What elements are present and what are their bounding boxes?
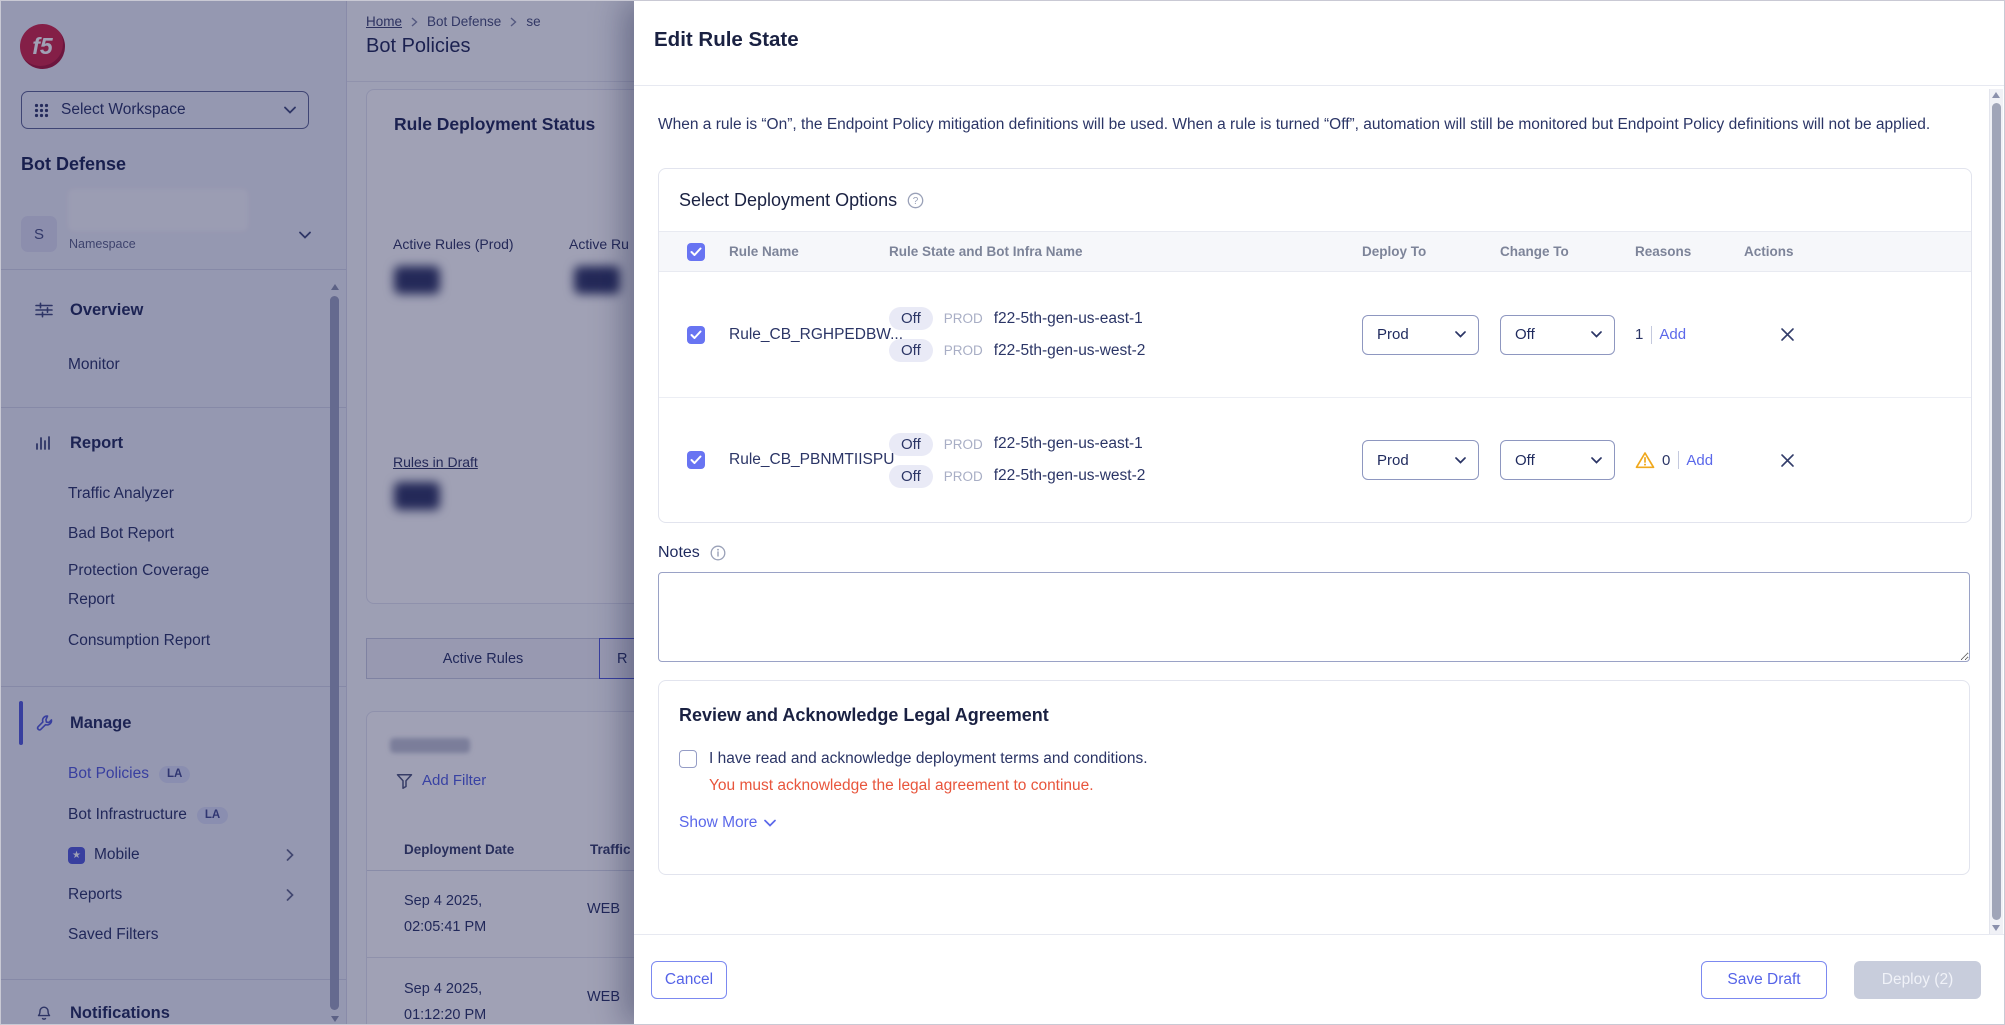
modal-scrollbar[interactable] — [1989, 89, 2003, 934]
select-value: Off — [1515, 452, 1535, 469]
legal-agreement-section: Review and Acknowledge Legal Agreement I… — [658, 680, 1970, 875]
column-deploy-to: Deploy To — [1362, 244, 1500, 259]
rule-row: Rule_CB_PBNMTIISPU Off PROD f22-5th-gen-… — [659, 397, 1971, 522]
select-value: Prod — [1377, 452, 1409, 469]
acknowledge-checkbox[interactable] — [679, 750, 697, 768]
reasons-cell: 0 Add — [1635, 451, 1744, 469]
save-draft-button[interactable]: Save Draft — [1701, 961, 1827, 999]
section-title-row: Select Deployment Options ? — [659, 169, 1971, 231]
scrollbar-thumb[interactable] — [1992, 103, 2001, 920]
remove-row-button[interactable] — [1774, 322, 1800, 348]
chevron-down-icon — [1455, 457, 1466, 464]
select-value: Prod — [1377, 326, 1409, 343]
state-pill: Off — [889, 339, 933, 362]
infra-name: f22-5th-gen-us-west-2 — [994, 342, 1146, 360]
change-to-select[interactable]: Off — [1500, 440, 1615, 480]
row-checkbox[interactable] — [687, 451, 705, 469]
rule-name: Rule_CB_RGHPEDBW... — [729, 326, 889, 344]
column-actions: Actions — [1744, 244, 1971, 259]
divider — [1651, 326, 1652, 344]
state-pill: Off — [889, 465, 933, 488]
edit-rule-state-modal: Edit Rule State When a rule is “On”, the… — [634, 1, 2004, 1024]
deploy-button[interactable]: Deploy (2) — [1854, 961, 1981, 999]
scroll-up-arrow[interactable] — [1992, 92, 2000, 98]
state-line: Off PROD f22-5th-gen-us-east-1 — [889, 433, 1362, 456]
divider — [1678, 451, 1679, 469]
chevron-down-icon — [764, 819, 776, 827]
deploy-to-select[interactable]: Prod — [1362, 315, 1479, 355]
show-more-link[interactable]: Show More — [679, 814, 776, 832]
deploy-to-select[interactable]: Prod — [1362, 440, 1479, 480]
scroll-down-arrow[interactable] — [1992, 925, 2000, 931]
reasons-count: 1 — [1635, 326, 1643, 343]
notes-label-row: Notes — [658, 544, 1964, 562]
infra-name: f22-5th-gen-us-east-1 — [994, 310, 1143, 328]
env-label: PROD — [944, 311, 983, 326]
state-line: Off PROD f22-5th-gen-us-east-1 — [889, 307, 1362, 330]
cancel-button[interactable]: Cancel — [651, 961, 727, 999]
reasons-count: 0 — [1662, 452, 1670, 469]
acknowledge-row: I have read and acknowledge deployment t… — [679, 750, 1949, 768]
deployment-options-section: Select Deployment Options ? Rule Name Ru… — [658, 168, 1972, 523]
state-line: Off PROD f22-5th-gen-us-west-2 — [889, 339, 1362, 362]
modal-body: When a rule is “On”, the Endpoint Policy… — [634, 85, 1988, 934]
help-icon[interactable]: ? — [907, 192, 924, 209]
rule-name: Rule_CB_PBNMTIISPU — [729, 451, 889, 469]
change-to-select[interactable]: Off — [1500, 315, 1615, 355]
infra-name: f22-5th-gen-us-east-1 — [994, 435, 1143, 453]
options-table-header: Rule Name Rule State and Bot Infra Name … — [659, 231, 1971, 272]
remove-row-button[interactable] — [1774, 447, 1800, 473]
column-rule-state: Rule State and Bot Infra Name — [889, 244, 1362, 259]
notes-label: Notes — [658, 544, 700, 562]
info-icon[interactable] — [710, 545, 726, 561]
acknowledge-label: I have read and acknowledge deployment t… — [709, 750, 1148, 768]
notes-textarea[interactable] — [658, 572, 1970, 662]
chevron-down-icon — [1455, 331, 1466, 338]
app-screen: f5 Select Workspace Bot Defense S Namesp… — [0, 0, 2005, 1025]
modal-title: Edit Rule State — [654, 28, 799, 52]
add-reason-link[interactable]: Add — [1659, 326, 1686, 343]
chevron-down-icon — [1591, 457, 1602, 464]
env-label: PROD — [944, 437, 983, 452]
column-change-to: Change To — [1500, 244, 1635, 259]
legal-section-title: Review and Acknowledge Legal Agreement — [679, 705, 1949, 726]
chevron-down-icon — [1591, 331, 1602, 338]
svg-text:?: ? — [913, 196, 919, 207]
rule-states: Off PROD f22-5th-gen-us-east-1 Off PROD … — [889, 433, 1362, 488]
infra-name: f22-5th-gen-us-west-2 — [994, 467, 1146, 485]
select-value: Off — [1515, 326, 1535, 343]
rule-row: Rule_CB_RGHPEDBW... Off PROD f22-5th-gen… — [659, 272, 1971, 397]
legal-error-text: You must acknowledge the legal agreement… — [709, 777, 1949, 795]
row-checkbox[interactable] — [687, 326, 705, 344]
footer-actions: Save Draft Deploy (2) — [1701, 961, 1981, 999]
select-all-checkbox[interactable] — [687, 243, 705, 261]
state-pill: Off — [889, 433, 933, 456]
rule-states: Off PROD f22-5th-gen-us-east-1 Off PROD … — [889, 307, 1362, 362]
state-line: Off PROD f22-5th-gen-us-west-2 — [889, 465, 1362, 488]
modal-description: When a rule is “On”, the Endpoint Policy… — [658, 111, 1953, 139]
column-reasons: Reasons — [1635, 244, 1744, 259]
env-label: PROD — [944, 343, 983, 358]
env-label: PROD — [944, 469, 983, 484]
warning-icon — [1635, 451, 1655, 469]
show-more-label: Show More — [679, 814, 757, 832]
reasons-cell: 1 Add — [1635, 326, 1744, 344]
add-reason-link[interactable]: Add — [1686, 452, 1713, 469]
column-rule-name: Rule Name — [729, 244, 889, 259]
modal-footer: Cancel Save Draft Deploy (2) — [634, 934, 2004, 1024]
section-title: Select Deployment Options — [679, 190, 897, 211]
state-pill: Off — [889, 307, 933, 330]
modal-header: Edit Rule State — [634, 1, 2004, 86]
